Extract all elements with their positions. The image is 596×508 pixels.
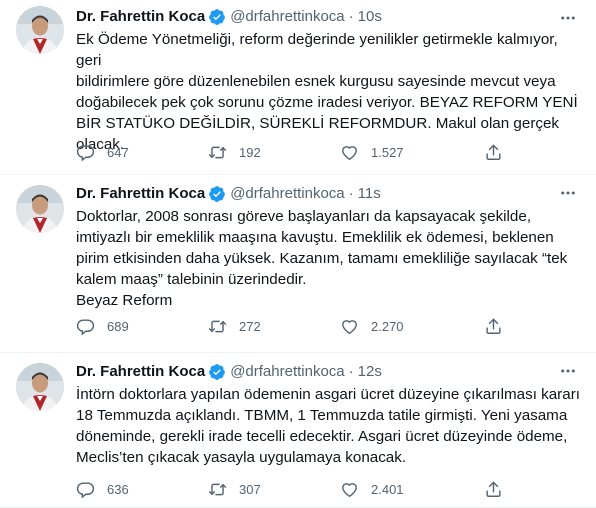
share-icon: [486, 318, 501, 334]
reply-icon: [76, 317, 95, 336]
tweet-actions: 636 307 2.401: [76, 479, 580, 499]
tweet-header: Dr. Fahrettin Koca @drfahrettinkoca · 12…: [76, 361, 581, 383]
like-button[interactable]: 1.527: [340, 143, 472, 162]
avatar[interactable]: [16, 363, 64, 411]
avatar[interactable]: [16, 185, 64, 233]
author-handle[interactable]: @drfahrettinkoca: [230, 362, 344, 382]
like-button[interactable]: 2.401: [340, 480, 472, 499]
like-button[interactable]: 2.270: [340, 317, 472, 336]
retweet-count: 192: [239, 144, 261, 160]
heart-icon: [340, 317, 359, 336]
retweet-icon: [208, 317, 227, 336]
tweet-text: İntörn doktorlara yapılan ödemenin asgar…: [76, 386, 580, 466]
author-handle[interactable]: @drfahrettinkoca: [230, 7, 344, 27]
like-count: 2.401: [371, 481, 404, 497]
tweet-header: Dr. Fahrettin Koca @drfahrettinkoca · 11…: [76, 183, 581, 205]
separator-dot: ·: [348, 8, 354, 25]
share-icon: [486, 144, 501, 160]
share-button[interactable]: [484, 480, 503, 499]
timeline: Dr. Fahrettin Koca @drfahrettinkoca · 10…: [0, 0, 596, 508]
verified-badge-icon: [208, 363, 226, 381]
retweet-button[interactable]: 307: [208, 480, 340, 499]
tweet-text: Doktorlar, 2008 sonrası göreve başlayanl…: [76, 208, 568, 309]
separator-dot: ·: [348, 363, 354, 380]
reply-count: 689: [107, 318, 129, 334]
tweet-content: Dr. Fahrettin Koca @drfahrettinkoca · 10…: [76, 6, 581, 155]
verified-badge-icon: [208, 8, 226, 26]
reply-button[interactable]: 689: [76, 317, 208, 336]
more-icon[interactable]: [558, 361, 578, 381]
tweet[interactable]: Dr. Fahrettin Koca @drfahrettinkoca · 11…: [0, 175, 596, 353]
tweet[interactable]: Dr. Fahrettin Koca @drfahrettinkoca · 10…: [0, 0, 596, 175]
share-button[interactable]: [484, 143, 503, 162]
author-name[interactable]: Dr. Fahrettin Koca: [76, 362, 205, 382]
tweet-timestamp[interactable]: 12s: [358, 362, 382, 382]
tweet-content: Dr. Fahrettin Koca @drfahrettinkoca · 12…: [76, 361, 581, 468]
avatar[interactable]: [16, 6, 64, 54]
reply-button[interactable]: 647: [76, 143, 208, 162]
author-name[interactable]: Dr. Fahrettin Koca: [76, 7, 205, 27]
more-icon[interactable]: [558, 183, 578, 203]
tweet-text: Ek Ödeme Yönetmeliği, reform değerinde y…: [76, 31, 578, 153]
reply-count: 647: [107, 144, 129, 160]
retweet-button[interactable]: 192: [208, 143, 340, 162]
retweet-button[interactable]: 272: [208, 317, 340, 336]
tweet-timestamp[interactable]: 10s: [358, 7, 382, 27]
like-count: 1.527: [371, 144, 404, 160]
tweet[interactable]: Dr. Fahrettin Koca @drfahrettinkoca · 12…: [0, 353, 596, 508]
heart-icon: [340, 143, 359, 162]
reply-button[interactable]: 636: [76, 480, 208, 499]
more-icon[interactable]: [558, 8, 578, 28]
reply-icon: [76, 143, 95, 162]
tweet-timestamp[interactable]: 11s: [358, 184, 381, 204]
retweet-icon: [208, 480, 227, 499]
retweet-count: 307: [239, 481, 261, 497]
tweet-header: Dr. Fahrettin Koca @drfahrettinkoca · 10…: [76, 6, 581, 28]
reply-icon: [76, 480, 95, 499]
retweet-icon: [208, 143, 227, 162]
retweet-count: 272: [239, 318, 261, 334]
share-button[interactable]: [484, 317, 503, 336]
share-icon: [486, 481, 501, 497]
separator-dot: ·: [348, 185, 354, 202]
author-name[interactable]: Dr. Fahrettin Koca: [76, 184, 205, 204]
tweet-actions: 689 272 2.270: [76, 316, 580, 336]
verified-badge-icon: [208, 185, 226, 203]
like-count: 2.270: [371, 318, 404, 334]
tweet-content: Dr. Fahrettin Koca @drfahrettinkoca · 11…: [76, 183, 581, 311]
author-handle[interactable]: @drfahrettinkoca: [230, 184, 344, 204]
heart-icon: [340, 480, 359, 499]
reply-count: 636: [107, 481, 129, 497]
tweet-actions: 647 192 1.527: [76, 142, 580, 162]
